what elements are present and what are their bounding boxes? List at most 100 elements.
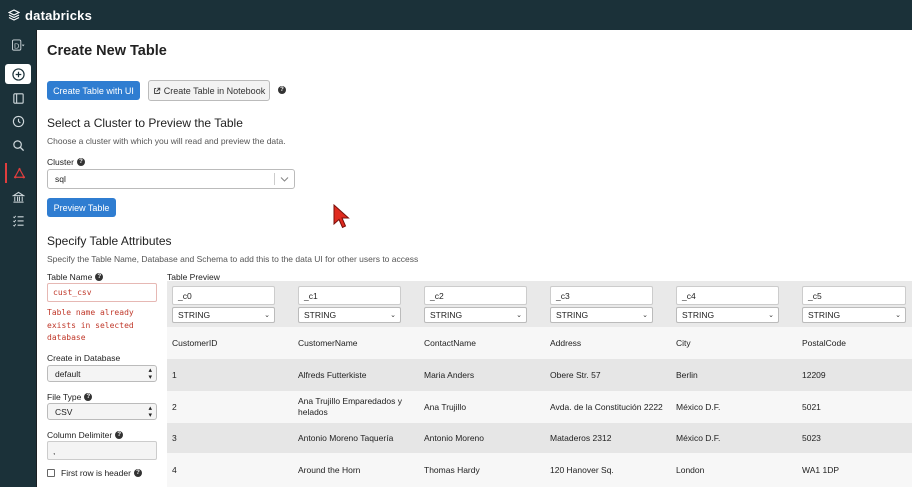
table-name-input[interactable]: cust_csv — [47, 283, 157, 302]
chevron-down-icon: ⌄ — [642, 312, 648, 319]
cluster-label: Cluster ? — [47, 157, 85, 167]
tab-create-table-ui[interactable]: Create Table with UI — [47, 81, 140, 100]
database-label: Create in Database — [47, 353, 121, 363]
column-type-value: STRING — [808, 310, 841, 320]
column-name-input[interactable]: _c0 — [172, 286, 275, 305]
cluster-help-icon[interactable]: ? — [76, 158, 85, 166]
databricks-logo-icon — [8, 9, 20, 21]
database-select-value: default — [55, 368, 81, 379]
table-cell: CustomerID — [172, 337, 218, 348]
top-bar: databricks — [0, 0, 912, 30]
updown-icon: ▴ ▾ — [148, 367, 152, 381]
workspace-icon: D — [11, 38, 25, 51]
preview-table-button[interactable]: Preview Table — [47, 198, 116, 217]
first-row-header-checkbox[interactable] — [47, 469, 55, 477]
clusters-button[interactable] — [5, 187, 31, 207]
chevron-down-icon: ⌄ — [516, 312, 522, 319]
cluster-section-description: Choose a cluster with which you will rea… — [47, 136, 286, 146]
column-type-select[interactable]: STRING ⌄ — [298, 307, 401, 323]
tab-create-table-notebook-label: Create Table in Notebook — [163, 85, 266, 96]
table-row: 4 Around the Horn Thomas Hardy 120 Hanover … — [167, 453, 912, 487]
help-icon[interactable]: ? — [278, 86, 286, 94]
table-cell: ContactName — [424, 337, 476, 348]
select-divider — [274, 173, 275, 185]
workspace-letter: D — [13, 41, 18, 50]
table-cell: Ana Trujillo — [424, 401, 467, 412]
column-type-select[interactable]: STRING ⌄ — [424, 307, 527, 323]
delimiter-label-text: Column Delimiter — [47, 430, 113, 440]
table-cell: 3 — [172, 432, 177, 443]
plus-circle-icon — [11, 67, 25, 81]
table-cell: 12209 — [802, 369, 826, 380]
table-name-help-icon[interactable]: ? — [95, 273, 104, 281]
table-cell: Maria Anders — [424, 369, 475, 380]
table-cell: Avda. de la Constitución 2222 — [550, 401, 663, 412]
cluster-select[interactable]: sql — [47, 169, 295, 189]
column-type-select[interactable]: STRING ⌄ — [676, 307, 779, 323]
cluster-section-heading: Select a Cluster to Preview the Table — [47, 116, 243, 130]
attributes-heading: Specify Table Attributes — [47, 234, 172, 248]
create-button[interactable] — [5, 64, 31, 84]
table-cell: Around the Horn — [298, 464, 361, 475]
database-select[interactable]: default ▴ ▾ — [47, 365, 157, 382]
table-cell: Obere Str. 57 — [550, 369, 601, 380]
table-cell: Antonio Moreno Taquería — [298, 432, 394, 443]
first-row-header-option: First row is header ? — [47, 468, 142, 478]
column-type-value: STRING — [304, 310, 337, 320]
column-name-input[interactable]: _c2 — [424, 286, 527, 305]
delimiter-input[interactable]: , — [47, 441, 157, 460]
checklist-icon — [12, 215, 24, 227]
column-type-select[interactable]: STRING ⌄ — [550, 307, 653, 323]
table-cell: City — [676, 337, 691, 348]
column-type-select[interactable]: STRING ⌄ — [802, 307, 906, 323]
jobs-button[interactable] — [5, 210, 31, 230]
data-icon — [13, 167, 25, 178]
data-button[interactable] — [5, 163, 31, 183]
attributes-description: Specify the Table Name, Database and Sch… — [47, 254, 419, 264]
error-line: exists in selected — [47, 320, 134, 330]
updown-icon: ▴ ▾ — [148, 405, 152, 419]
table-name-error: Table name already exists in selected da… — [47, 307, 134, 345]
table-cell: México D.F. — [676, 401, 721, 412]
folder-icon — [12, 92, 24, 104]
workspace-switcher[interactable]: D — [5, 35, 31, 55]
table-cell: México D.F. — [676, 432, 721, 443]
tab-create-table-notebook[interactable]: Create Table in Notebook — [148, 80, 270, 101]
column-type-select[interactable]: STRING ⌄ — [172, 307, 275, 323]
table-cell: 5021 — [802, 401, 821, 412]
file-type-select[interactable]: CSV ▴ ▾ — [47, 403, 157, 420]
table-cell: WA1 1DP — [802, 464, 840, 475]
table-cell: CustomerName — [298, 337, 358, 348]
sidebar: D — [0, 30, 36, 487]
table-row: 3 Antonio Moreno Taquería Antonio Moreno Ma… — [167, 423, 912, 453]
search-button[interactable] — [5, 135, 31, 155]
error-line: database — [47, 333, 86, 342]
file-type-help-icon[interactable]: ? — [84, 393, 93, 401]
cluster-label-text: Cluster — [47, 157, 74, 167]
workspace-button[interactable] — [5, 88, 31, 108]
recents-button[interactable] — [5, 111, 31, 131]
file-type-label: File Type ? — [47, 392, 93, 402]
table-cell: Ana Trujillo Emparedados y helados — [298, 396, 402, 417]
table-cell: PostalCode — [802, 337, 846, 348]
cluster-select-value: sql — [55, 174, 66, 184]
table-cell: 1 — [172, 369, 177, 380]
column-name-input[interactable]: _c3 — [550, 286, 653, 305]
column-name-input[interactable]: _c5 — [802, 286, 906, 305]
column-name-input[interactable]: _c4 — [676, 286, 779, 305]
file-type-label-text: File Type — [47, 392, 82, 402]
delimiter-help-icon[interactable]: ? — [115, 431, 124, 439]
chevron-down-icon: ⌄ — [768, 312, 774, 319]
table-cell: Address — [550, 337, 582, 348]
table-name-label: Table Name ? — [47, 272, 104, 282]
delimiter-label: Column Delimiter ? — [47, 430, 124, 440]
main-content: Create New Table Create Table with UI Cr… — [37, 30, 912, 487]
column-name-input[interactable]: _c1 — [298, 286, 401, 305]
table-cell: Alfreds Futterkiste — [298, 369, 367, 380]
column-type-value: STRING — [178, 310, 211, 320]
first-row-help-icon[interactable]: ? — [133, 469, 142, 477]
file-type-select-value: CSV — [55, 406, 73, 417]
table-cell: London — [676, 464, 705, 475]
table-cell: Berlin — [676, 369, 698, 380]
external-link-icon — [153, 87, 161, 94]
